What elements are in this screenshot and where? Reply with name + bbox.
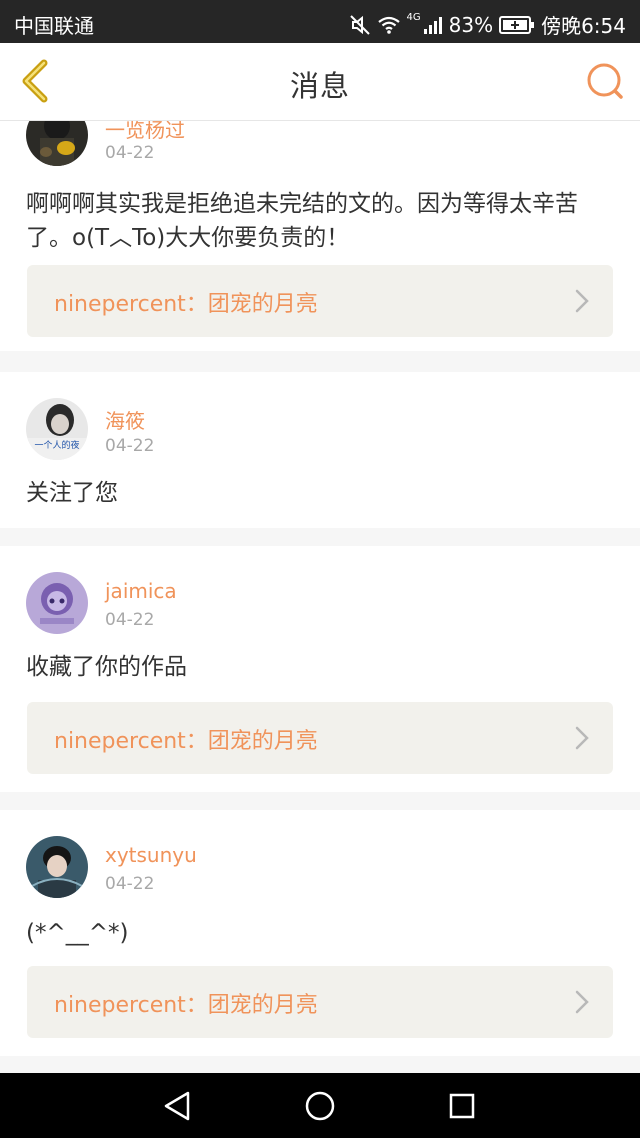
message-text: (*^__^*) bbox=[26, 920, 129, 946]
nav-recents-button[interactable] bbox=[444, 1088, 480, 1124]
avatar[interactable] bbox=[26, 121, 88, 166]
message-text: 收藏了你的作品 bbox=[26, 654, 187, 680]
avatar-caption: 一个人的夜 bbox=[34, 439, 79, 451]
carrier-label: 中国联通 bbox=[14, 14, 94, 38]
app-header: 消息 bbox=[0, 43, 640, 121]
work-link-label: ninepercent：团宠的月亮 bbox=[54, 292, 318, 317]
recents-square-icon bbox=[449, 1093, 475, 1119]
work-link-label: ninepercent：团宠的月亮 bbox=[54, 729, 318, 754]
back-triangle-icon bbox=[164, 1091, 190, 1121]
work-link[interactable]: ninepercent：团宠的月亮 bbox=[27, 966, 613, 1038]
message-card: 一个人的夜 海筱 04-22 关注了您 bbox=[0, 372, 640, 528]
avatar[interactable] bbox=[26, 836, 88, 898]
chevron-right-icon bbox=[575, 726, 589, 750]
search-button[interactable] bbox=[584, 59, 628, 103]
chevron-right-icon bbox=[575, 990, 589, 1014]
home-circle-icon bbox=[305, 1091, 335, 1121]
username[interactable]: 一览杨过 bbox=[105, 121, 185, 143]
message-text: 啊啊啊其实我是拒绝追未完结的文的。因为等得太辛苦了。o(T︿To)大大你要负责的… bbox=[26, 191, 578, 251]
message-card: 一览杨过 04-22 啊啊啊其实我是拒绝追未完结的文的。因为等得太辛苦了。o(T… bbox=[0, 121, 640, 351]
username[interactable]: jaimica bbox=[105, 579, 177, 603]
message-date: 04-22 bbox=[105, 874, 155, 894]
wifi-icon bbox=[377, 15, 401, 35]
work-link[interactable]: ninepercent：团宠的月亮 bbox=[27, 265, 613, 337]
nav-back-button[interactable] bbox=[160, 1088, 196, 1124]
nav-home-button[interactable] bbox=[302, 1088, 338, 1124]
battery-charging-icon bbox=[499, 15, 535, 35]
message-date: 04-22 bbox=[105, 143, 155, 163]
network-label: 4G bbox=[406, 12, 421, 23]
status-right: 4G 83% 傍晚6:54 bbox=[349, 10, 626, 39]
search-icon bbox=[587, 63, 623, 99]
message-card: jaimica 04-22 收藏了你的作品 ninepercent：团宠的月亮 bbox=[0, 546, 640, 792]
clock: 傍晚6:54 bbox=[541, 14, 626, 38]
mute-icon bbox=[349, 14, 371, 36]
message-text: 关注了您 bbox=[26, 480, 118, 506]
avatar[interactable] bbox=[26, 572, 88, 634]
work-link-label: ninepercent：团宠的月亮 bbox=[54, 993, 318, 1018]
signal-icon bbox=[423, 15, 443, 35]
chevron-right-icon bbox=[575, 289, 589, 313]
work-link[interactable]: ninepercent：团宠的月亮 bbox=[27, 702, 613, 774]
message-date: 04-22 bbox=[105, 436, 155, 456]
avatar[interactable]: 一个人的夜 bbox=[26, 398, 88, 460]
status-bar: 中国联通 4G 83% 傍晚6:54 bbox=[0, 0, 640, 43]
battery-percent: 83% bbox=[448, 12, 494, 37]
message-date: 04-22 bbox=[105, 610, 155, 630]
page-title: 消息 bbox=[289, 69, 350, 103]
message-list[interactable]: 一览杨过 04-22 啊啊啊其实我是拒绝追未完结的文的。因为等得太辛苦了。o(T… bbox=[0, 121, 640, 1073]
message-card: xytsunyu 04-22 (*^__^*) ninepercent：团宠的月… bbox=[0, 810, 640, 1056]
system-nav-bar bbox=[0, 1073, 640, 1138]
username[interactable]: xytsunyu bbox=[105, 843, 197, 867]
username[interactable]: 海筱 bbox=[105, 405, 145, 434]
